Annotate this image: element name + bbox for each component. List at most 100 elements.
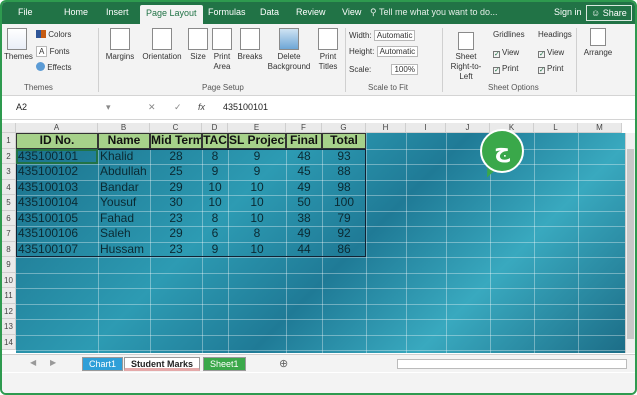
tab-formulas[interactable]: Formulas [208, 7, 246, 17]
sheet-tab-sheet1[interactable]: Sheet1 [203, 357, 246, 371]
delete-background-button[interactable]: Delete Background [264, 28, 314, 72]
gridline [16, 288, 625, 289]
background-label: Background [267, 62, 311, 71]
sheet-tab-student-marks[interactable]: Student Marks [124, 357, 201, 371]
tell-me-box[interactable]: ⚲ Tell me what you want to do... [370, 7, 498, 18]
row-header-1[interactable]: 1 [2, 133, 16, 149]
print-titles-button[interactable]: Print Titles [314, 28, 342, 72]
gridlines-print-checkbox[interactable]: ✓ Print [493, 64, 518, 74]
gridline [16, 272, 625, 274]
enter-icon[interactable]: ✓ [174, 102, 182, 113]
table-header-cell[interactable]: SL Project [228, 133, 286, 149]
headings-print-checkbox[interactable]: ✓ Print [538, 64, 563, 74]
colors-button[interactable]: Colors [36, 30, 71, 39]
fonts-button[interactable]: A Fonts [36, 46, 70, 57]
breaks-button[interactable]: Breaks [236, 28, 264, 62]
print-area-icon [212, 28, 232, 50]
width-label: Width: [349, 31, 372, 40]
sheet-tab-chart1[interactable]: Chart1 [82, 357, 124, 371]
scale-input[interactable]: 100% [391, 64, 418, 75]
row-header-11[interactable]: 11 [2, 288, 16, 304]
height-control[interactable]: Height: Automatic [349, 46, 419, 57]
select-all-corner[interactable] [2, 123, 16, 133]
column-header-h[interactable]: H [366, 123, 406, 133]
insert-function-icon[interactable]: fx [198, 102, 205, 112]
row-header-8[interactable]: 8 [2, 241, 16, 257]
worksheet[interactable]: A B C D E F G H I J K L M 1 2 3 4 5 6 7 8 9 10 11 12 13 14 ID No. Na… [2, 123, 635, 353]
tab-view[interactable]: View [342, 7, 361, 17]
share-button[interactable]: ☺ Share [586, 5, 632, 21]
column-header-e[interactable]: E [228, 123, 286, 133]
tab-data[interactable]: Data [260, 7, 279, 17]
cancel-icon[interactable]: ✕ [148, 102, 156, 113]
person-icon: ☺ [591, 8, 601, 18]
table-header-cell[interactable]: Final [286, 133, 322, 149]
tab-review[interactable]: Review [296, 7, 326, 17]
table-header-cell[interactable]: ID No. [16, 133, 98, 149]
size-button[interactable]: Size [186, 28, 210, 62]
row-header-5[interactable]: 5 [2, 195, 16, 211]
effects-button[interactable]: Effects [36, 62, 72, 72]
table-header-cell[interactable]: Mid Term [150, 133, 202, 149]
print-area-button[interactable]: Print Area [208, 28, 236, 72]
column-header-b[interactable]: B [98, 123, 150, 133]
margins-button[interactable]: Margins [102, 28, 138, 62]
table-header-cell[interactable]: TAC [202, 133, 228, 149]
name-box-dropdown-icon[interactable]: ▾ [106, 102, 111, 113]
prev-sheet-icon[interactable]: ◀ [30, 358, 36, 367]
column-header-l[interactable]: L [534, 123, 578, 133]
horizontal-scrollbar[interactable] [397, 359, 627, 369]
column-header-d[interactable]: D [202, 123, 228, 133]
themes-label: Themes [4, 52, 33, 61]
headings-view-checkbox[interactable]: ✓ View [538, 48, 564, 58]
ribbon-separator [576, 28, 577, 92]
next-sheet-icon[interactable]: ▶ [50, 358, 56, 367]
row-header-7[interactable]: 7 [2, 226, 16, 242]
width-select[interactable]: Automatic [373, 30, 416, 41]
print-area-label: Print Area [213, 52, 231, 71]
sheet-rtl-button[interactable]: Sheet Right-to-Left [446, 32, 486, 82]
column-header-j[interactable]: J [446, 123, 490, 133]
column-header-a[interactable]: A [16, 123, 98, 133]
row-header-10[interactable]: 10 [2, 272, 16, 288]
vertical-scrollbar[interactable] [625, 133, 635, 353]
tab-page-layout[interactable]: Page Layout [140, 5, 203, 24]
height-select[interactable]: Automatic [376, 46, 419, 57]
tab-home[interactable]: Home [64, 7, 88, 17]
vertical-scroll-thumb[interactable] [627, 149, 634, 339]
formula-input[interactable]: 435100101 [223, 102, 268, 112]
add-sheet-icon[interactable]: ⊕ [279, 357, 288, 370]
table-header-cell[interactable]: Name [98, 133, 150, 149]
active-cell-a2[interactable] [16, 148, 98, 164]
table-header-cell[interactable]: Total [322, 133, 366, 149]
row-header-12[interactable]: 12 [2, 303, 16, 319]
name-box[interactable]: A2 [16, 102, 27, 112]
gridlines-view-checkbox[interactable]: ✓ View [493, 48, 519, 58]
tab-file[interactable]: File [18, 7, 33, 17]
column-header-c[interactable]: C [150, 123, 202, 133]
row-header-13[interactable]: 13 [2, 319, 16, 335]
column-header-f[interactable]: F [286, 123, 322, 133]
width-control[interactable]: Width: Automatic [349, 30, 416, 41]
orientation-button[interactable]: Orientation [138, 28, 186, 62]
check-icon: ✓ [538, 51, 545, 58]
column-header-m[interactable]: M [578, 123, 622, 133]
row-header-6[interactable]: 6 [2, 210, 16, 226]
ribbon: Themes Colors A Fonts Effects Themes Mar… [2, 24, 635, 96]
row-header-3[interactable]: 3 [2, 164, 16, 180]
column-header-g[interactable]: G [322, 123, 366, 133]
sign-in-link[interactable]: Sign in [554, 7, 582, 17]
scale-control[interactable]: Scale: 100% [349, 64, 418, 75]
row-header-14[interactable]: 14 [2, 334, 16, 350]
column-header-i[interactable]: I [406, 123, 446, 133]
row-header-4[interactable]: 4 [2, 179, 16, 195]
arrange-button[interactable]: Arrange [580, 28, 616, 58]
sheet-rtl-icon [458, 32, 474, 50]
row-header-2[interactable]: 2 [2, 148, 16, 164]
height-label: Height: [349, 47, 375, 56]
themes-button[interactable]: Themes [4, 28, 33, 62]
row-header-9[interactable]: 9 [2, 257, 16, 273]
tab-insert[interactable]: Insert [106, 7, 129, 17]
print-titles-label: Print Titles [318, 52, 338, 71]
sheet-tab-bar: ◀ ▶ Chart1 Student Marks Sheet1 ⊕ [2, 354, 635, 372]
